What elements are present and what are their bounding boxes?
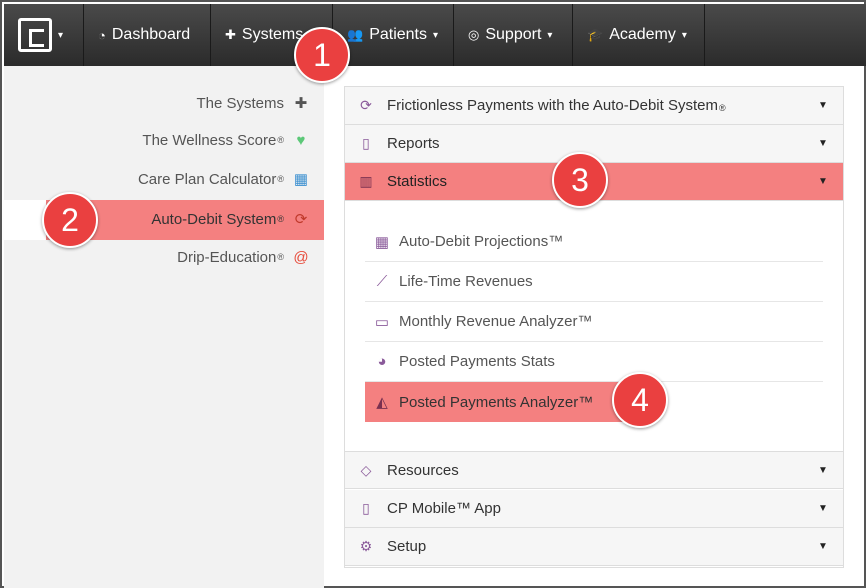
- list-item-label: Posted Payments Analyzer™: [399, 393, 594, 411]
- list-item-life-time-revenues[interactable]: ⟋ Life-Time Revenues: [365, 262, 823, 302]
- sidebar-item-label: Care Plan Calculator: [137, 170, 277, 188]
- sidebar-item-label: The Systems: [196, 94, 284, 112]
- heartbeat-icon: ♥: [296, 131, 306, 149]
- section-label: Resources: [387, 461, 459, 479]
- sidebar-item-wellness-score[interactable]: The Wellness Score ® ♥: [142, 121, 310, 159]
- section-resources[interactable]: ◇ Resources ▼: [345, 451, 843, 489]
- chevron-down-icon: ▾: [433, 29, 439, 41]
- statistics-submenu: ▦ Auto-Debit Projections™ ⟋ Life-Time Re…: [365, 222, 823, 422]
- caret-down-icon: ▼: [818, 176, 828, 187]
- users-icon: 👥: [347, 27, 364, 42]
- step-badge-3: 3: [552, 152, 608, 208]
- file-icon: ▯: [362, 135, 370, 151]
- sidebar-item-drip-education[interactable]: Drip-Education ® @: [177, 238, 310, 276]
- sidebar-item-auto-debit-system[interactable]: Auto-Debit System ® ⟳: [151, 200, 310, 238]
- sidebar-item-label: Drip-Education: [177, 248, 277, 266]
- list-item-label: Auto-Debit Projections™: [399, 233, 564, 250]
- at-icon: @: [293, 248, 309, 266]
- registered-mark: ®: [277, 174, 284, 184]
- caret-down-icon: ▼: [818, 464, 828, 476]
- registered-mark: ®: [277, 135, 284, 145]
- list-item-label: Posted Payments Stats: [399, 353, 555, 370]
- sidebar-item-label: Auto-Debit System: [151, 210, 277, 228]
- top-navbar: ▾ ◔ Dashboard ✚ Systems ▾ 👥 Patients ▾ ◎…: [4, 4, 866, 66]
- pie-chart-icon: ◕: [377, 353, 387, 370]
- nav-academy[interactable]: 🎓 Academy ▾: [573, 4, 705, 66]
- section-setup[interactable]: ⚙ Setup ▼: [345, 528, 843, 566]
- brand-menu[interactable]: ▾: [4, 4, 84, 66]
- mobile-icon: ▯: [362, 500, 370, 516]
- chevron-down-icon: ▾: [58, 29, 64, 41]
- app-logo-icon: [18, 18, 52, 52]
- gears-icon: ⚙: [359, 538, 373, 554]
- step-badge-2: 2: [42, 192, 98, 248]
- nav-support-label: Support: [485, 26, 542, 43]
- puzzle-icon: ✚: [225, 27, 236, 42]
- registered-mark: ®: [718, 103, 726, 113]
- caret-down-icon: ▼: [818, 541, 828, 552]
- section-cp-mobile-app[interactable]: ▯ CP Mobile™ App ▼: [345, 490, 843, 528]
- chevron-down-icon: ▾: [547, 29, 553, 41]
- nav-academy-label: Academy: [609, 26, 676, 43]
- puzzle-icon: ✚: [294, 95, 308, 112]
- step-badge-1: 1: [294, 27, 350, 83]
- caret-down-icon: ▼: [818, 138, 828, 149]
- sidebar-item-care-plan-calculator[interactable]: Care Plan Calculator ® ▦: [138, 160, 310, 198]
- sidebar-item-the-systems[interactable]: The Systems ✚: [196, 84, 310, 122]
- refresh-icon: ⟳: [294, 211, 308, 228]
- line-chart-icon: ⟋: [376, 273, 388, 290]
- nav-systems-label: Systems: [241, 26, 304, 43]
- registered-mark: ®: [277, 214, 284, 224]
- chevron-down-icon: ▾: [681, 29, 687, 41]
- nav-patients-label: Patients: [369, 26, 427, 43]
- nav-patients[interactable]: 👥 Patients ▾: [333, 4, 454, 66]
- graduation-cap-icon: 🎓: [587, 27, 604, 42]
- calculator-icon: ▦: [293, 171, 309, 188]
- caret-down-icon: ▼: [818, 503, 828, 514]
- calendar-grid-icon: ▦: [374, 233, 390, 251]
- caret-down-icon: ▼: [818, 100, 828, 111]
- nav-dashboard-label: Dashboard: [111, 26, 191, 43]
- section-label: Reports: [387, 135, 440, 152]
- list-item-posted-payments-analyzer[interactable]: ◭ Posted Payments Analyzer™: [365, 382, 625, 422]
- sidebar-item-label: The Wellness Score: [142, 131, 277, 149]
- window-frame: ▾ ◔ Dashboard ✚ Systems ▾ 👥 Patients ▾ ◎…: [0, 0, 866, 588]
- nav-dashboard[interactable]: ◔ Dashboard: [84, 4, 211, 66]
- list-item-auto-debit-projections[interactable]: ▦ Auto-Debit Projections™: [365, 222, 823, 262]
- list-item-posted-payments-stats[interactable]: ◕ Posted Payments Stats: [365, 342, 823, 382]
- area-chart-icon: ◭: [376, 394, 388, 411]
- list-item-label: Monthly Revenue Analyzer™: [399, 313, 593, 330]
- lifebuoy-icon: ◎: [468, 27, 480, 42]
- sidebar: The Systems ✚ The Wellness Score ® ♥ Care…: [4, 66, 324, 588]
- section-label: Frictionless Payments with the Auto-Debi…: [387, 97, 718, 114]
- section-label: CP Mobile™ App: [387, 500, 501, 517]
- section-label: Setup: [387, 538, 427, 555]
- calendar-icon: ▭: [374, 313, 390, 331]
- bar-chart-icon: ▥: [359, 173, 373, 189]
- list-item-monthly-revenue-analyzer[interactable]: ▭ Monthly Revenue Analyzer™: [365, 302, 823, 342]
- diamond-icon: ◇: [360, 461, 372, 478]
- section-frictionless-payments[interactable]: ⟳ Frictionless Payments with the Auto-De…: [345, 87, 843, 125]
- registered-mark: ®: [277, 252, 284, 262]
- step-badge-4: 4: [612, 372, 668, 428]
- refresh-icon: ⟳: [360, 97, 372, 113]
- nav-support[interactable]: ◎ Support ▾: [454, 4, 573, 66]
- dashboard-icon: ◔: [98, 27, 106, 43]
- list-item-label: Life-Time Revenues: [399, 273, 533, 290]
